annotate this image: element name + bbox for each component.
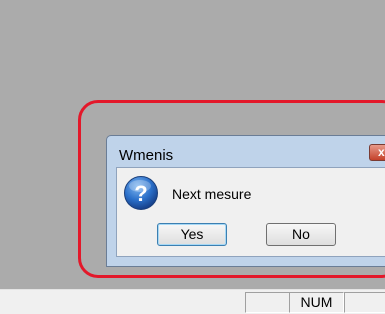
close-button[interactable]: x [369,144,385,161]
close-icon: x [378,145,385,159]
yes-button[interactable]: Yes [157,223,227,246]
question-icon: ? [124,176,158,210]
status-panel-empty [245,292,290,313]
status-panel-empty-2 [344,292,385,313]
dialog-title: Wmenis [119,147,174,164]
dialog-message: Next mesure [172,186,252,202]
message-dialog: Wmenis x ? Next mesure Yes No [106,135,385,267]
no-button[interactable]: No [266,223,336,246]
svg-text:?: ? [134,181,147,206]
application-window: Wmenis x ? Next mesure Yes No NUM [0,0,385,314]
dialog-body: ? Next mesure Yes No [116,167,385,257]
status-panel-num: NUM [289,292,344,313]
status-bar: NUM [0,289,385,314]
